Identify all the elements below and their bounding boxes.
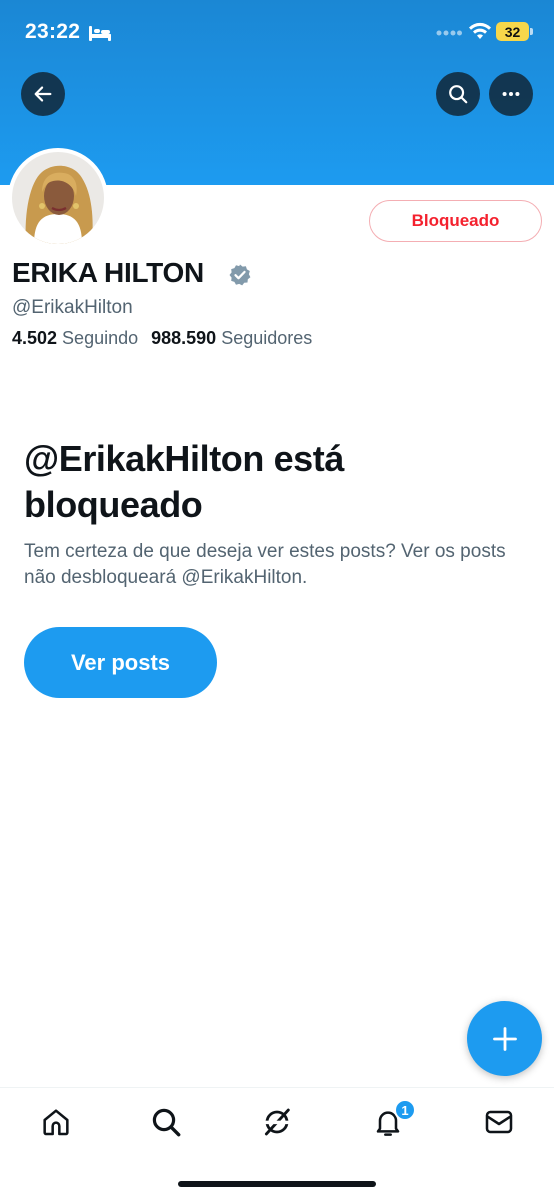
more-icon xyxy=(502,91,520,97)
status-time: 23:22 xyxy=(25,20,81,43)
grok-icon xyxy=(264,1108,290,1136)
profile-handle: @ErikakHilton xyxy=(12,297,133,318)
avatar-image xyxy=(12,152,104,244)
more-button[interactable] xyxy=(489,72,533,116)
bed-icon xyxy=(89,26,111,41)
search-icon xyxy=(449,85,468,104)
plus-icon xyxy=(492,1026,517,1051)
blocked-notice-title: @ErikakHilton está bloqueado xyxy=(24,438,345,525)
nav-search[interactable] xyxy=(148,1104,184,1140)
battery-icon: 32 xyxy=(496,22,533,41)
battery-level: 32 xyxy=(504,23,521,40)
back-button[interactable] xyxy=(21,72,65,116)
blocked-button-label: Bloqueado xyxy=(411,211,500,230)
status-bar: 23:22 32 xyxy=(0,0,554,66)
home-icon xyxy=(43,1109,69,1136)
following-label: Seguindo xyxy=(62,328,139,348)
search-button[interactable] xyxy=(436,72,480,116)
nav-home[interactable] xyxy=(38,1104,74,1140)
followers-link[interactable]: 988.590 Seguidores xyxy=(151,328,312,349)
nav-messages[interactable] xyxy=(481,1104,517,1140)
notification-badge-count: 1 xyxy=(401,1102,409,1118)
profile-avatar[interactable] xyxy=(8,148,108,248)
followers-label: Seguidores xyxy=(221,328,313,348)
nav-grok[interactable] xyxy=(259,1104,295,1140)
view-posts-label: Ver posts xyxy=(70,649,171,675)
followers-count: 988.590 xyxy=(151,328,217,348)
blocked-notice-description: Tem certeza de que deseja ver estes post… xyxy=(24,541,506,588)
back-arrow-icon xyxy=(34,86,52,102)
follow-stats: 4.502 Seguindo 988.590 Seguidores xyxy=(12,328,325,349)
search-icon xyxy=(152,1108,181,1137)
profile-name: ERIKA HILTON xyxy=(12,257,204,288)
wifi-icon xyxy=(469,22,491,39)
verified-badge-icon[interactable] xyxy=(228,263,252,287)
bottom-navigation: 1 xyxy=(0,1087,554,1199)
following-count: 4.502 xyxy=(12,328,58,348)
home-indicator[interactable] xyxy=(178,1181,376,1187)
view-posts-button[interactable]: Ver posts xyxy=(24,627,217,698)
messages-icon xyxy=(485,1110,513,1134)
notification-badge: 1 xyxy=(394,1099,416,1121)
following-link[interactable]: 4.502 Seguindo xyxy=(12,328,138,349)
signal-dots-icon xyxy=(436,30,462,36)
compose-post-button[interactable] xyxy=(467,1001,542,1076)
blocked-button[interactable]: Bloqueado xyxy=(369,200,542,242)
